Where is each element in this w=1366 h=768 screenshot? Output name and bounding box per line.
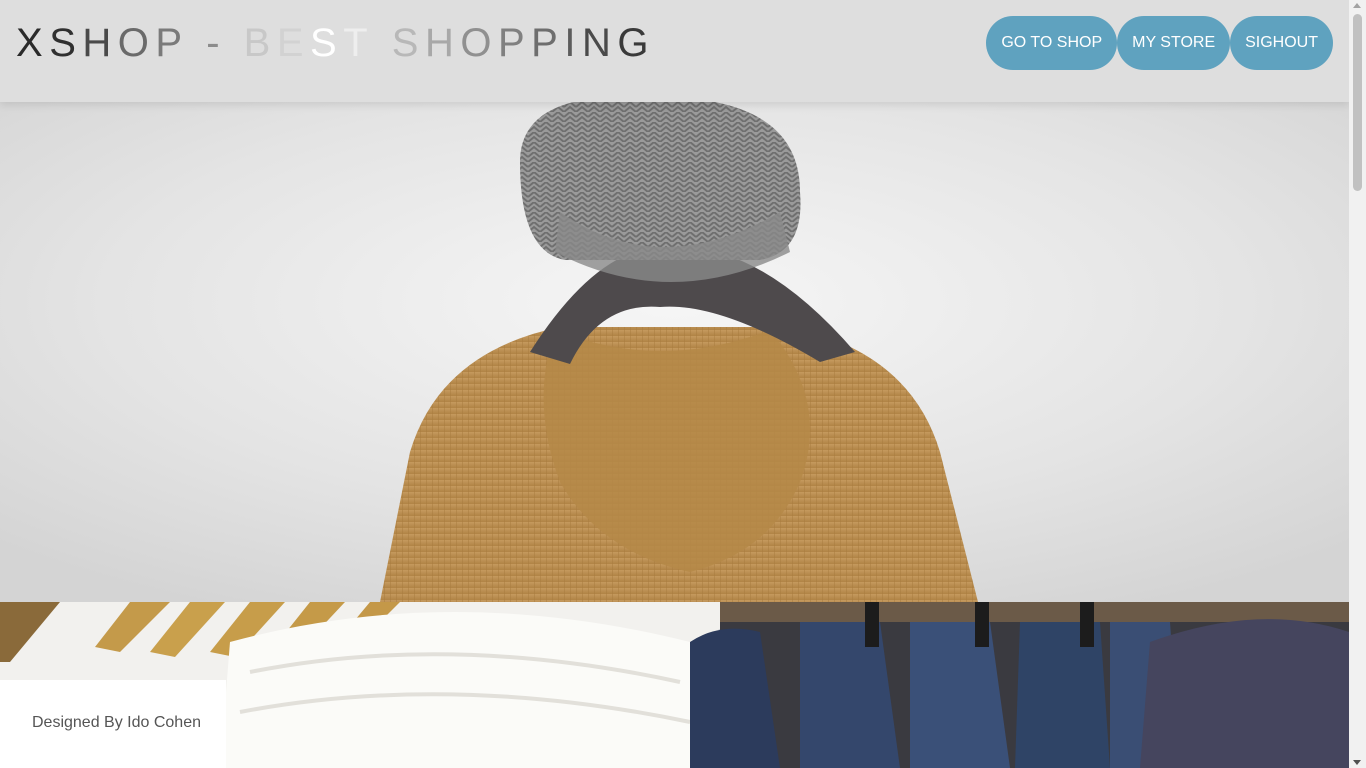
brand-letter: O (117, 21, 156, 65)
go-to-shop-button[interactable]: GO TO SHOP (986, 16, 1118, 70)
scroll-down-arrow-icon[interactable] (1353, 760, 1361, 765)
brand-letter: P (155, 21, 189, 65)
brand-letter (189, 18, 207, 68)
brand-letter: E (276, 21, 311, 65)
vertical-scrollbar[interactable] (1349, 0, 1366, 768)
scroll-thumb[interactable] (1353, 14, 1362, 191)
brand-letter: H (82, 21, 118, 65)
footer-credit: Designed By Ido Cohen (0, 680, 226, 768)
scroll-up-arrow-icon[interactable] (1353, 3, 1361, 8)
brand-letter: S (310, 21, 344, 65)
brand-letter: N (581, 21, 618, 65)
hero-image (0, 102, 1349, 602)
my-store-button[interactable]: MY STORE (1117, 16, 1231, 70)
brand-letter (226, 18, 244, 68)
credit-text: Designed By Ido Cohen (32, 714, 201, 731)
brand-letter: G (617, 21, 655, 65)
brand-letter: P (497, 21, 532, 65)
brand-letter: O (460, 21, 498, 65)
brand-letter: B (243, 21, 277, 65)
hero-illustration (0, 102, 1349, 602)
brand-letter (655, 18, 656, 68)
brand-letter: S (49, 21, 83, 65)
brand-letter: X (16, 21, 50, 65)
brand-letter: - (206, 21, 227, 65)
brand-letter: T (343, 21, 375, 65)
brand-letter (374, 18, 392, 68)
brand-letter: H (424, 21, 461, 65)
brand-letter: I (564, 21, 582, 65)
brand-title[interactable]: XSHOP - BEST SHOPPING EX (16, 18, 656, 68)
site-header: XSHOP - BEST SHOPPING EX GO TO SHOP MY S… (0, 0, 1349, 102)
brand-letter: P (531, 21, 565, 65)
brand-letter: S (391, 21, 425, 65)
main-nav: GO TO SHOP MY STORE SIGHOUT (986, 16, 1333, 70)
sighout-button[interactable]: SIGHOUT (1230, 16, 1333, 70)
